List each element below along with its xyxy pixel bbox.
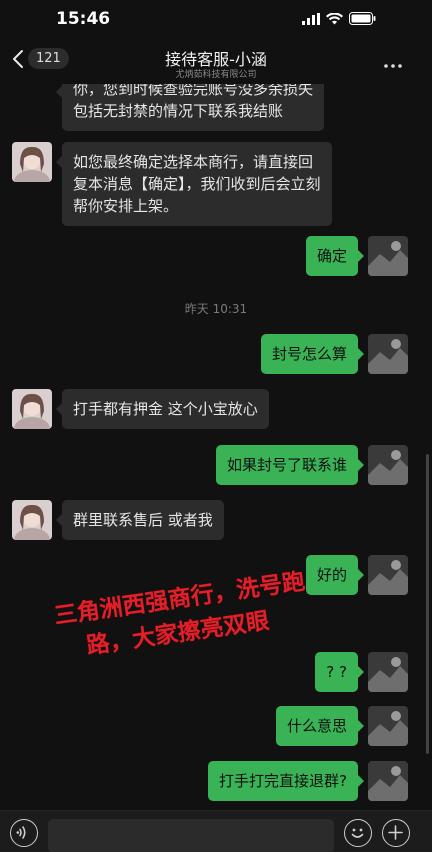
wifi-icon: [326, 12, 343, 24]
more-actions-button[interactable]: [382, 819, 410, 847]
more-icon: [384, 64, 402, 68]
more-button[interactable]: [384, 52, 402, 73]
message-input[interactable]: [48, 819, 334, 852]
plus-icon: [388, 825, 403, 840]
message-text: 如果封号了联系谁: [226, 456, 347, 474]
message-text: 帮你安排上架。: [73, 197, 179, 215]
avatar[interactable]: [368, 334, 408, 374]
avatar[interactable]: [368, 236, 408, 276]
message-outgoing[interactable]: ? ?: [315, 652, 364, 692]
message-text: 打手打完直接退群?: [219, 772, 347, 790]
message-text: 复本消息【确定】，我们收到后会立刻: [73, 175, 321, 193]
avatar[interactable]: [368, 445, 408, 485]
avatar[interactable]: [368, 652, 408, 692]
message-outgoing[interactable]: 打手打完直接退群?: [208, 761, 364, 801]
message-text: 群里联系售后 或者我: [73, 511, 213, 529]
chat-header: 121 接待客服-小涵 尤炳茹科技有限公司: [0, 40, 432, 84]
input-bar: [0, 810, 432, 852]
message-outgoing[interactable]: 什么意思: [275, 706, 365, 746]
time-divider: 昨天 10:31: [184, 302, 248, 316]
chat-subtitle: 尤炳茹科技有限公司: [175, 70, 257, 80]
warning-overlay-text: 三角洲西强商行，洗号跑 路，大家擦亮双眼: [52, 565, 312, 668]
message-outgoing[interactable]: 好的: [305, 555, 365, 595]
message-text: 好的: [316, 566, 347, 584]
status-time: 15:46: [56, 9, 111, 29]
message-incoming[interactable]: 群里联系售后 或者我: [56, 500, 224, 540]
message-list[interactable]: 你，您到时候查验完账号没多余损失 包括无封禁的情况下联系我结账 如您最终确定选择…: [0, 84, 432, 810]
avatar[interactable]: [12, 142, 52, 182]
voice-icon: [16, 826, 26, 839]
avatar[interactable]: [368, 555, 408, 595]
emoji-icon: [351, 828, 364, 838]
message-text: 如您最终确定选择本商行，请直接回: [73, 153, 314, 171]
message-incoming[interactable]: 如您最终确定选择本商行，请直接回 复本消息【确定】，我们收到后会立刻 帮你安排上…: [56, 142, 332, 226]
message-text: 你，您到时候查验完账号没多余损失: [73, 84, 314, 98]
message-outgoing[interactable]: 确定: [305, 236, 365, 276]
message-incoming[interactable]: 打手都有押金 这个小宝放心: [56, 389, 269, 429]
message-text: 确定: [316, 247, 347, 265]
status-bar: 15:46: [0, 0, 432, 40]
emoji-button[interactable]: [344, 819, 372, 847]
avatar[interactable]: [12, 500, 52, 540]
avatar[interactable]: [12, 389, 52, 429]
message-incoming[interactable]: 你，您到时候查验完账号没多余损失 包括无封禁的情况下联系我结账: [55, 84, 325, 131]
message-text: 什么意思: [286, 717, 347, 735]
avatar[interactable]: [368, 761, 408, 801]
message-outgoing[interactable]: 封号怎么算: [260, 334, 365, 374]
message-outgoing[interactable]: 如果封号了联系谁: [215, 445, 365, 485]
message-text: 打手都有押金 这个小宝放心: [73, 400, 258, 418]
message-text: 包括无封禁的情况下联系我结账: [73, 102, 284, 120]
avatar[interactable]: [368, 706, 408, 746]
message-text: 封号怎么算: [271, 345, 347, 363]
voice-button[interactable]: [10, 819, 38, 847]
status-icons: [302, 12, 376, 25]
battery-icon: [349, 12, 376, 25]
message-text: ? ?: [326, 663, 347, 681]
signal-icon: [302, 12, 320, 25]
scrollbar[interactable]: [426, 454, 429, 754]
